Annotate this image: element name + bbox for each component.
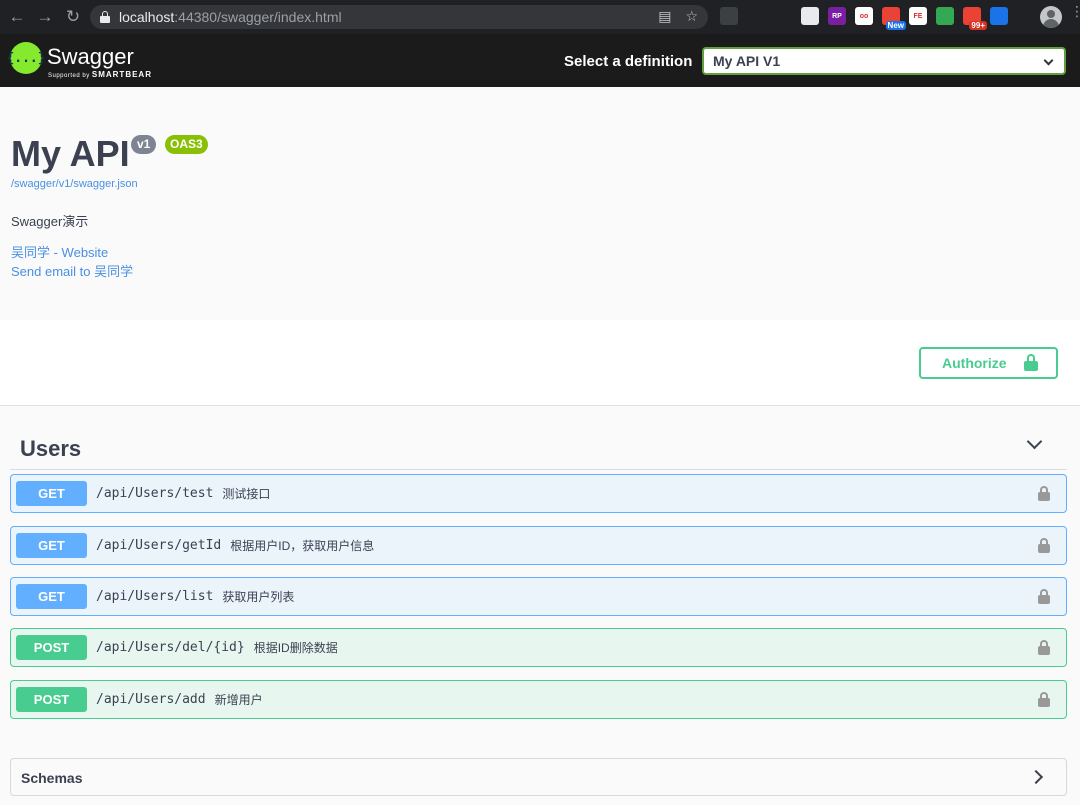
- extensions-bar: RP oo New FE 99+: [720, 7, 1008, 30]
- operation-path: /api/Users/del/{id}: [96, 640, 245, 655]
- ext-6-icon[interactable]: oo: [855, 7, 873, 25]
- swagger-logo-text[interactable]: Swagger: [47, 44, 134, 70]
- tagline-prefix: Supported by: [48, 73, 90, 79]
- method-badge: GET: [16, 533, 87, 558]
- browser-toolbar: ← → ↻ localhost:44380/swagger/index.html…: [0, 0, 1080, 34]
- ext-9-icon[interactable]: [936, 7, 954, 25]
- definition-label: Select a definition: [564, 53, 693, 70]
- method-badge: POST: [16, 635, 87, 660]
- lock-icon[interactable]: [1038, 692, 1050, 707]
- definition-select[interactable]: My API V1: [702, 47, 1066, 75]
- schemas-title: Schemas: [21, 770, 83, 786]
- operation-get[interactable]: GET/api/Users/list 获取用户列表: [10, 577, 1067, 616]
- profile-avatar-icon[interactable]: [1040, 6, 1062, 28]
- tagline-brand: SMARTBEAR: [91, 70, 152, 79]
- lock-icon[interactable]: [1038, 486, 1050, 501]
- chevron-down-icon[interactable]: [1026, 433, 1043, 450]
- operation-summary: 根据ID删除数据: [253, 641, 338, 655]
- operation-summary: 新增用户: [214, 693, 263, 707]
- oas-badge: OAS3: [165, 135, 208, 154]
- operation-post[interactable]: POST/api/Users/del/{id} 根据ID删除数据: [10, 628, 1067, 667]
- operation-path: /api/Users/getId: [96, 538, 222, 553]
- back-arrow-icon[interactable]: ←: [6, 6, 28, 28]
- ext-1-icon[interactable]: [720, 7, 738, 25]
- spec-url-link[interactable]: /swagger/v1/swagger.json: [11, 178, 138, 190]
- extension-label: oo: [859, 12, 869, 20]
- operation-summary: 根据用户ID，获取用户信息: [230, 539, 375, 553]
- extension-badge: New: [885, 21, 906, 30]
- scheme-container: Authorize: [0, 320, 1080, 406]
- method-badge: GET: [16, 584, 87, 609]
- lock-icon[interactable]: [1038, 640, 1050, 655]
- method-badge: GET: [16, 481, 87, 506]
- ext-2-icon[interactable]: [747, 7, 765, 25]
- operation-path: /api/Users/list: [96, 589, 214, 604]
- ext-10-icon[interactable]: 99+: [963, 7, 987, 30]
- method-badge: POST: [16, 687, 87, 712]
- ext-3-icon[interactable]: [774, 7, 792, 25]
- extension-badge: 99+: [969, 21, 987, 30]
- definition-value: My API V1: [713, 53, 781, 69]
- operation-path: /api/Users/test: [96, 486, 214, 501]
- operation-get[interactable]: GET/api/Users/getId 根据用户ID，获取用户信息: [10, 526, 1067, 565]
- reload-icon[interactable]: ↻: [62, 6, 84, 28]
- unlock-icon: [1024, 354, 1038, 371]
- tag-users-header[interactable]: Users: [10, 428, 1067, 470]
- contact-website-link[interactable]: 吴同学 - Website: [11, 242, 108, 261]
- forward-arrow-icon[interactable]: →: [34, 6, 56, 28]
- contact-email-link[interactable]: Send email to 吴同学: [11, 261, 133, 280]
- tag-title: Users: [20, 436, 82, 461]
- operation-post[interactable]: POST/api/Users/add 新增用户: [10, 680, 1067, 719]
- lock-icon[interactable]: [1038, 589, 1050, 604]
- operation-get[interactable]: GET/api/Users/test 测试接口: [10, 474, 1067, 513]
- authorize-label: Authorize: [942, 355, 1007, 371]
- lock-icon: [100, 11, 110, 23]
- translate-icon[interactable]: ▤: [658, 8, 671, 25]
- version-badge: v1: [131, 135, 157, 154]
- lock-icon[interactable]: [1038, 538, 1050, 553]
- ext-11-icon[interactable]: [990, 7, 1008, 25]
- swagger-topbar: {...} Swagger Supported by SMARTBEAR Sel…: [0, 34, 1080, 87]
- ext-5-icon[interactable]: RP: [828, 7, 846, 25]
- url-path: :44380/swagger/index.html: [174, 9, 342, 25]
- swagger-logo-icon[interactable]: {...}: [6, 42, 46, 74]
- url-host: localhost: [119, 9, 175, 25]
- browser-menu-icon[interactable]: ⋮: [1070, 4, 1080, 18]
- chevron-down-icon: [1043, 55, 1054, 66]
- authorize-button[interactable]: Authorize: [919, 347, 1058, 379]
- api-description: Swagger演示: [11, 214, 89, 229]
- ext-4-icon[interactable]: [801, 7, 819, 25]
- schemas-section[interactable]: Schemas: [10, 758, 1067, 796]
- operation-summary: 获取用户列表: [222, 590, 295, 604]
- smartbear-tagline: Supported by SMARTBEAR: [48, 70, 152, 79]
- ext-7-icon[interactable]: New: [882, 7, 906, 30]
- extension-label: FE: [913, 12, 923, 20]
- operation-summary: 测试接口: [222, 487, 271, 501]
- page-title: My API: [11, 133, 130, 174]
- bookmark-star-icon[interactable]: ☆: [685, 8, 698, 25]
- extension-label: RP: [832, 12, 842, 20]
- api-info: My API v1 OAS3 /swagger/v1/swagger.json …: [0, 87, 1080, 320]
- ext-8-icon[interactable]: FE: [909, 7, 927, 25]
- address-bar[interactable]: localhost:44380/swagger/index.html ▤ ☆: [90, 5, 708, 29]
- chevron-right-icon: [1028, 769, 1044, 785]
- operation-path: /api/Users/add: [96, 692, 206, 707]
